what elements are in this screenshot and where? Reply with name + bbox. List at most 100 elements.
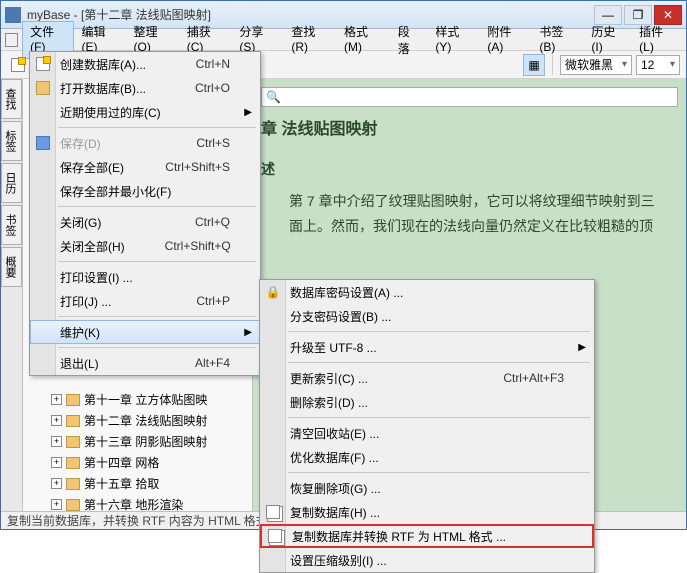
menu-item[interactable]: 优化数据库(F) ... [260,445,594,469]
menu-item[interactable]: 打印(J) ...Ctrl+P [30,289,260,313]
app-menu-icon[interactable] [5,33,18,47]
menu-item[interactable]: 复制数据库(H) ... [260,500,594,524]
blank-icon [35,269,51,285]
expand-icon[interactable]: + [51,415,62,426]
menu-item[interactable]: 关闭(G)Ctrl+Q [30,210,260,234]
menu-shortcut: Ctrl+Shift+S [165,160,230,174]
menu-item-label: 退出(L) [60,355,155,372]
folder-icon [66,394,80,406]
vtab-查找[interactable]: 查找 [1,79,22,119]
status-text: 复制当前数据库，并转换 RTF 内容为 HTML 格式，RT [7,512,295,529]
tree-item[interactable]: + 第十一章 立方体贴图映 [23,389,252,410]
menu-item-label: 设置压缩级别(I) ... [290,552,564,569]
menu-item[interactable]: 保存全部(E) Ctrl+Shift+S [30,155,260,179]
font-size-select[interactable]: 12 [636,55,680,75]
doc-title: 章 法线贴图映射 [261,115,678,139]
menu-item[interactable]: 复制数据库并转换 RTF 为 HTML 格式 ... [260,524,594,548]
menu-插件(L)[interactable]: 插件(L) [631,21,682,59]
menu-段落[interactable]: 段落 [390,21,428,59]
menu-shortcut: Ctrl+Alt+F3 [503,371,564,385]
menu-历史(I)[interactable]: 历史(I) [583,21,631,59]
menu-item-label: 更新索引(C) ... [290,370,463,387]
menu-shortcut: Ctrl+Shift+Q [165,239,231,253]
blank-icon [35,355,51,371]
menu-样式(Y)[interactable]: 样式(Y) [427,21,479,59]
menu-shortcut: Alt+F4 [195,356,230,370]
tree-item[interactable]: + 第十四章 网格 [23,452,252,473]
blank-icon [265,308,281,324]
expand-icon[interactable]: + [51,394,62,405]
menu-item-label: 保存全部(E) [60,159,125,176]
doc-text: 面上。然而，我们现在的法线向量仍然定义在比较粗糙的顶 [261,214,678,239]
menu-item[interactable]: 升级至 UTF-8 ... ▶ [260,335,594,359]
font-family-select[interactable]: 微软雅黑 [560,55,632,75]
vtab-日历[interactable]: 日历 [1,163,22,203]
menu-item-label: 维护(K) [60,324,230,341]
tb-layout-icon[interactable]: ▦ [523,54,545,76]
blank-icon [265,480,281,496]
expand-icon[interactable]: + [51,457,62,468]
blank-icon [35,324,51,340]
blank-icon [265,339,281,355]
vtab-书签[interactable]: 书签 [1,205,22,245]
menu-item[interactable]: 关闭全部(H) Ctrl+Shift+Q [30,234,260,258]
menu-item-label: 关闭全部(H) [60,238,125,255]
menu-item[interactable]: 维护(K)▶ [30,320,260,344]
save-icon [35,135,51,151]
expand-icon[interactable]: + [51,436,62,447]
menu-item[interactable]: 近期使用过的库(C)▶ [30,100,260,124]
expand-icon[interactable]: + [51,478,62,489]
menu-item-label: 近期使用过的库(C) [60,104,230,121]
vtab-概要[interactable]: 概要 [1,247,22,287]
menu-格式(M)[interactable]: 格式(M) [336,21,390,59]
menu-item-label: 删除索引(D) ... [290,394,564,411]
search-box[interactable]: 🔍 [261,87,678,107]
tree-label: 第十四章 网格 [84,454,159,471]
blank-icon [35,293,51,309]
menu-item-label: 清空回收站(E) ... [290,425,564,442]
vtab-标签[interactable]: 标签 [1,121,22,161]
blank-icon [35,238,51,254]
tree-label: 第十二章 法线贴图映射 [84,412,207,429]
folder-icon [66,478,80,490]
blank-icon [265,425,281,441]
vertical-tabs: 查找标签日历书签概要 [1,79,23,511]
menu-item[interactable]: 更新索引(C) ... Ctrl+Alt+F3 [260,366,594,390]
menu-item[interactable]: 设置压缩级别(I) ... [260,548,594,572]
menu-item-label: 复制数据库(H) ... [290,504,564,521]
menu-item[interactable]: 删除索引(D) ... [260,390,594,414]
expand-icon[interactable]: + [51,499,62,510]
copy-icon [267,528,283,544]
menu-item[interactable]: 清空回收站(E) ... [260,421,594,445]
menu-item[interactable]: 创建数据库(A)...Ctrl+N [30,52,260,76]
menu-查找(R)[interactable]: 查找(R) [283,21,336,59]
menu-item[interactable]: 分支密码设置(B) ... [260,304,594,328]
menu-item[interactable]: 🔒数据库密码设置(A) ... [260,280,594,304]
new-icon [35,56,51,72]
menu-shortcut: Ctrl+O [195,81,230,95]
copy-icon [265,504,281,520]
menu-item-label: 升级至 UTF-8 ... [290,339,564,356]
tree-item[interactable]: +第十五章 拾取 [23,473,252,494]
doc-text: 第 7 章中介绍了纹理贴图映射，它可以将纹理细节映射到三 [261,189,678,214]
menu-item[interactable]: 保存(D)Ctrl+S [30,131,260,155]
tree-label: 第十一章 立方体贴图映 [84,391,207,408]
tree-item[interactable]: +第十六章 地形渲染 [23,494,252,511]
menu-item-label: 打印设置(I) ... [60,269,230,286]
tb-new-icon[interactable] [7,54,29,76]
blank-icon [265,394,281,410]
tree-item[interactable]: +第十三章 阴影贴图映射 [23,431,252,452]
menu-item[interactable]: 恢复删除项(G) ... [260,476,594,500]
menu-item[interactable]: 保存全部并最小化(F) [30,179,260,203]
menu-item-label: 打开数据库(B)... [60,80,155,97]
file-menu: 创建数据库(A)...Ctrl+N 打开数据库(B)... Ctrl+O 近期使用过的… [29,51,261,376]
submenu-arrow-icon: ▶ [578,342,586,353]
menu-item[interactable]: 退出(L) Alt+F4 [30,351,260,375]
tree-item[interactable]: + 第十二章 法线贴图映射 [23,410,252,431]
folder-icon [66,436,80,448]
lock-icon: 🔒 [265,284,281,300]
menu-item[interactable]: 打开数据库(B)... Ctrl+O [30,76,260,100]
menu-item[interactable]: 打印设置(I) ... [30,265,260,289]
menu-shortcut: Ctrl+N [196,57,230,71]
blank-icon [35,104,51,120]
